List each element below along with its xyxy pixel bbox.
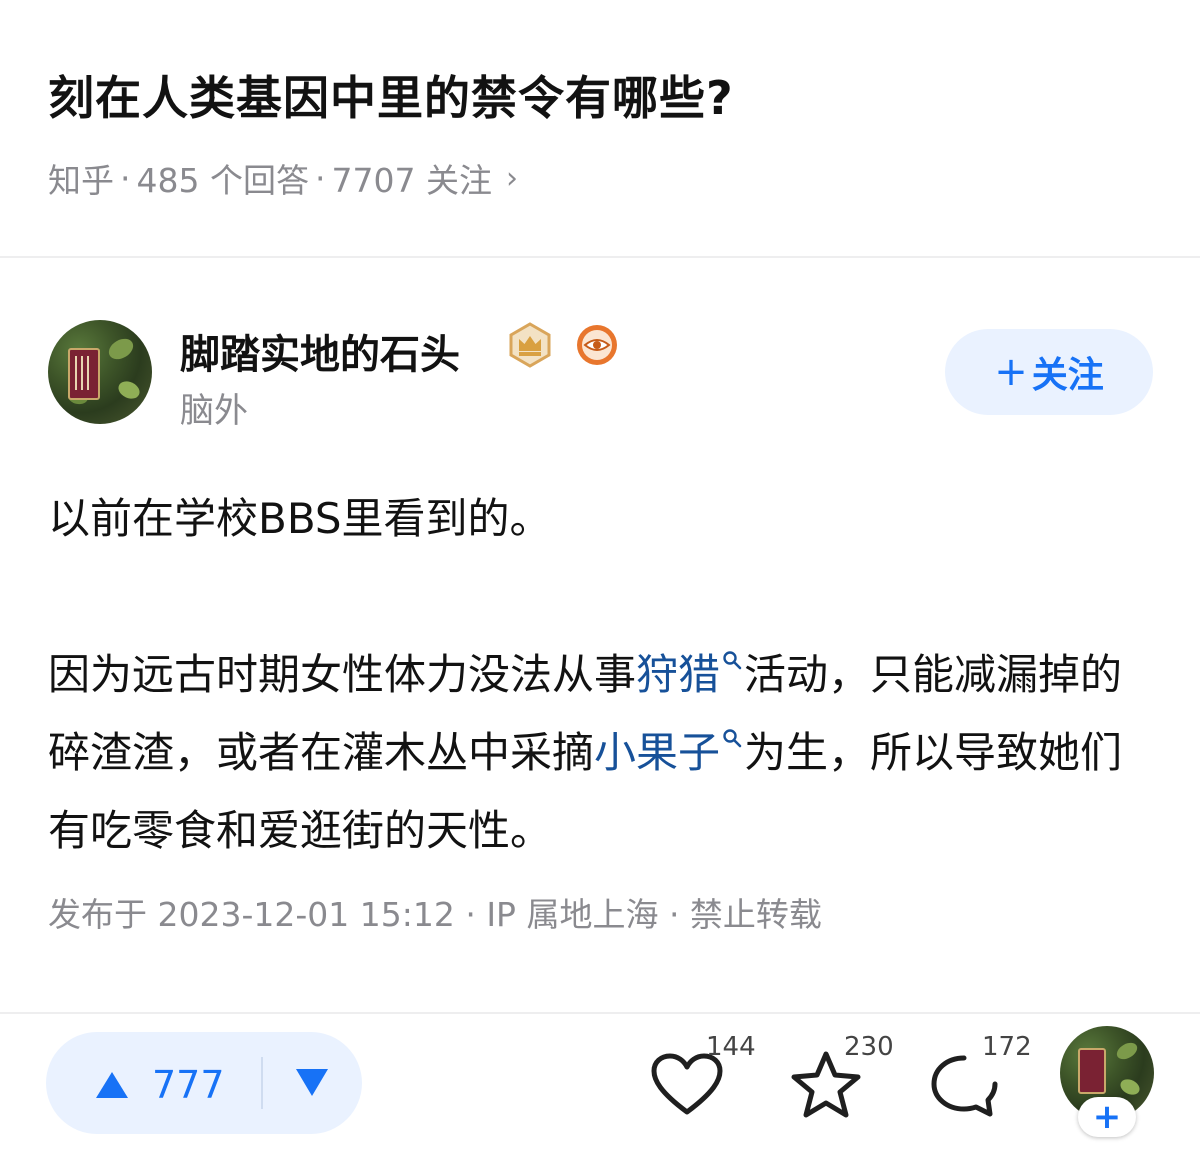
comment-button[interactable]: 172 xyxy=(928,1032,1038,1122)
answer-paragraph: 以前在学校BBS里看到的。 xyxy=(48,494,552,543)
like-count: 144 xyxy=(706,1032,756,1062)
meta-separator: · xyxy=(314,158,326,198)
author-bio: 脑外 xyxy=(180,391,248,431)
answer-text: 因为远古时期女性体力没法从事 xyxy=(48,650,637,699)
section-divider xyxy=(0,256,1200,258)
favorite-button[interactable]: 230 xyxy=(790,1032,900,1122)
triangle-up-icon xyxy=(96,1072,128,1098)
question-title[interactable]: 刻在人类基因中里的禁令有哪些? xyxy=(48,62,734,128)
author-avatar[interactable] xyxy=(48,320,152,424)
chevron-right-icon: › xyxy=(505,160,518,196)
meta-separator: · xyxy=(120,158,131,198)
favorite-count: 230 xyxy=(844,1032,894,1062)
follow-plus-button[interactable]: + xyxy=(1078,1097,1136,1137)
follow-label: 关注 xyxy=(1031,355,1104,396)
comment-bubble-icon xyxy=(931,1055,998,1117)
source-label: 知乎 xyxy=(48,161,114,200)
search-icon[interactable] xyxy=(722,728,742,748)
vote-divider xyxy=(261,1057,263,1109)
follower-count: 7707 关注 xyxy=(331,161,492,200)
search-link-hunting[interactable]: 狩猎 xyxy=(636,650,720,699)
author-name[interactable]: 脚踏实地的石头 xyxy=(180,322,460,380)
downvote-button[interactable] xyxy=(294,1066,330,1102)
question-meta[interactable]: 知乎 · 485 个回答 · 7707 关注 › xyxy=(48,154,518,202)
search-icon[interactable] xyxy=(722,650,742,670)
like-button[interactable]: 144 xyxy=(650,1032,756,1122)
plus-icon: + xyxy=(994,349,1028,395)
triangle-down-icon xyxy=(296,1069,328,1096)
follow-button[interactable]: + 关注 xyxy=(945,329,1153,415)
publish-info: 发布于 2023-12-01 15:12 · IP 属地上海 · 禁止转载 xyxy=(48,895,822,934)
comment-count: 172 xyxy=(982,1032,1032,1062)
search-link-berries[interactable]: 小果子 xyxy=(594,728,720,777)
answer-count: 485 个回答 xyxy=(136,161,309,200)
crown-badge-icon[interactable] xyxy=(507,322,553,368)
upvote-button[interactable]: 777 xyxy=(94,1063,225,1107)
answer-content[interactable]: 以前在学校BBS里看到的。 因为远古时期女性体力没法从事狩猎 活动，只能减漏掉的碎… xyxy=(48,480,1148,870)
upvote-count: 777 xyxy=(152,1063,225,1107)
answer-paragraph: 因为远古时期女性体力没法从事狩猎 活动，只能减漏掉的碎渣渣，或者在灌木丛中采摘小果… xyxy=(48,636,1148,870)
eye-badge-icon[interactable] xyxy=(575,323,619,367)
